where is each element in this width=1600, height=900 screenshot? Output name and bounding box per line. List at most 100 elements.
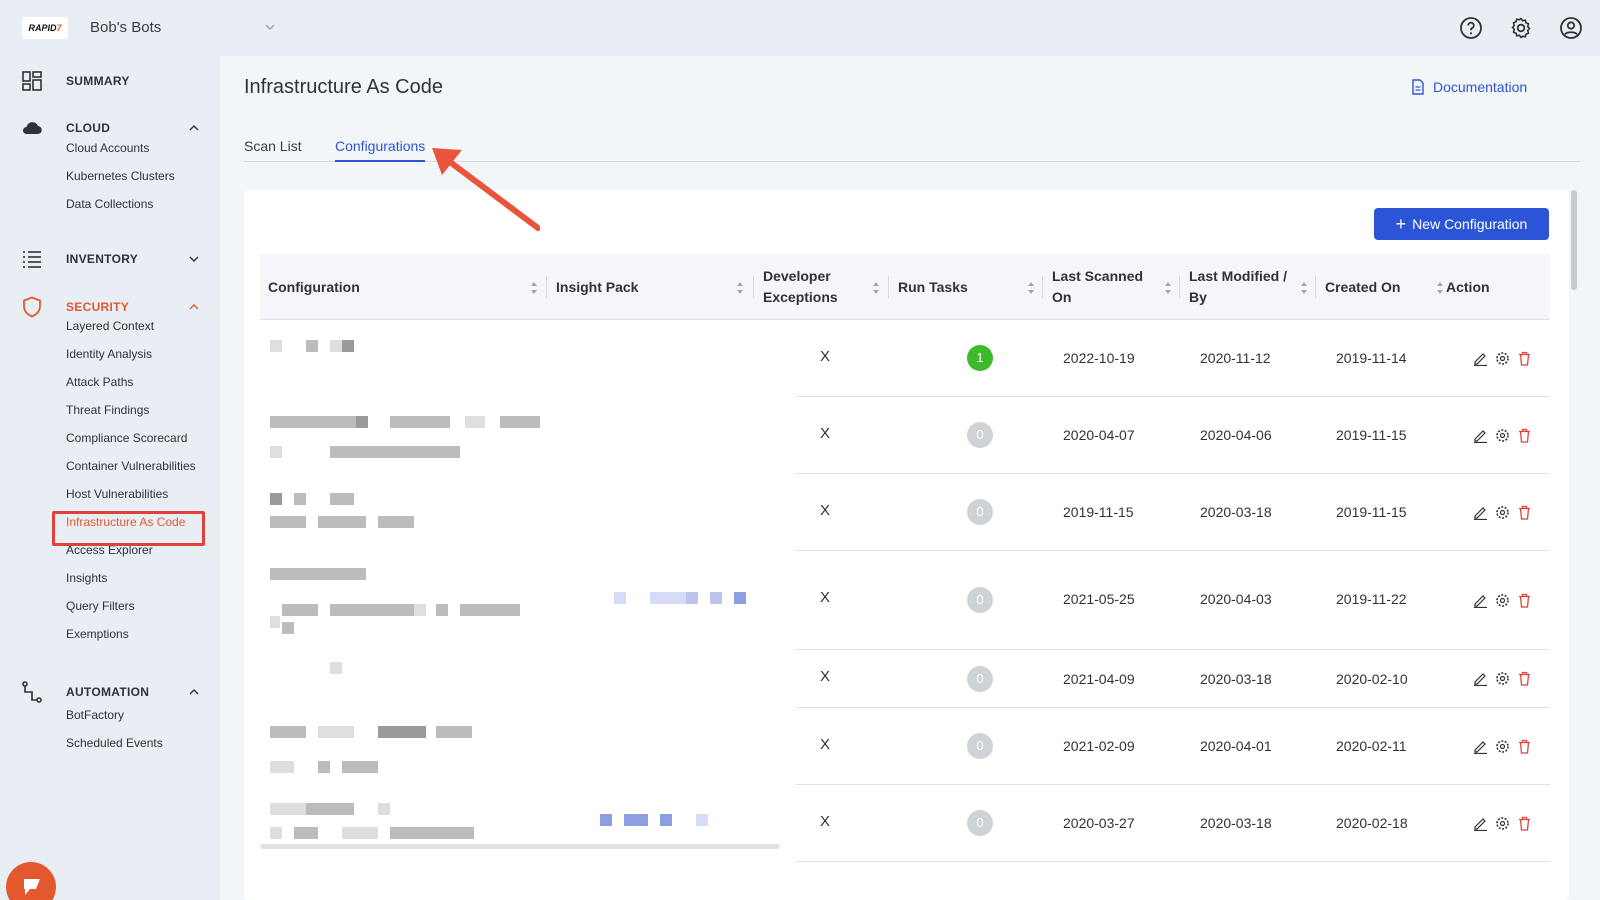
configurations-card: + New Configuration Configuration Insight… [244,190,1569,900]
org-selector-label[interactable]: Bob's Bots [90,19,161,36]
settings-icon[interactable] [1495,505,1510,520]
nav-security-header[interactable]: SECURITY [0,295,220,319]
column-last-modified[interactable]: Last Modified / By [1189,254,1299,320]
account-icon[interactable] [1559,16,1583,40]
sidebar: SUMMARY CLOUD Cloud Accounts Kubernetes … [0,56,220,900]
delete-icon[interactable] [1517,671,1532,686]
delete-icon[interactable] [1517,351,1532,366]
nav-summary[interactable]: SUMMARY [0,69,220,93]
delete-icon[interactable] [1517,739,1532,754]
created-on-value: 2019-11-22 [1336,591,1407,607]
last-scanned-value: 2022-10-19 [1063,350,1135,366]
table-row[interactable]: X 1 2022-10-19 2020-11-12 2019-11-14 [260,320,1550,397]
sidebar-item-host-vulnerabilities[interactable]: Host Vulnerabilities [66,487,168,501]
table-row[interactable]: X 0 2021-02-09 2020-04-01 2020-02-11 [260,708,1550,785]
nav-cloud-header[interactable]: CLOUD [0,116,220,140]
sort-icon[interactable] [1164,281,1172,295]
nav-cloud-label: CLOUD [66,121,111,135]
sidebar-item-botfactory[interactable]: BotFactory [66,708,124,722]
settings-icon[interactable] [1495,816,1510,831]
sidebar-item-layered-context[interactable]: Layered Context [66,319,154,333]
edit-icon[interactable] [1473,505,1488,520]
chevron-up-icon[interactable] [187,121,201,135]
scrollbar-thumb[interactable] [1571,190,1577,290]
settings-icon[interactable] [1495,739,1510,754]
sidebar-item-data-collections[interactable]: Data Collections [66,197,153,211]
sort-icon[interactable] [736,281,744,295]
sidebar-item-container-vulnerabilities[interactable]: Container Vulnerabilities [66,459,196,473]
nav-cloud: CLOUD [0,116,220,140]
table-row[interactable]: X 0 2019-11-15 2020-03-18 2019-11-15 [260,474,1550,551]
settings-icon[interactable] [1495,428,1510,443]
sidebar-item-exemptions[interactable]: Exemptions [66,627,129,641]
list-icon [23,251,41,268]
chevron-down-icon[interactable] [187,252,201,266]
megaphone-icon [24,879,40,895]
sidebar-item-compliance-scorecard[interactable]: Compliance Scorecard [66,431,187,445]
table-row[interactable]: X 0 2020-04-07 2020-04-06 2019-11-15 [260,397,1550,474]
sidebar-item-scheduled-events[interactable]: Scheduled Events [66,736,163,750]
nav-inventory-header[interactable]: INVENTORY [0,247,220,271]
delete-icon[interactable] [1517,428,1532,443]
sort-icon[interactable] [872,281,880,295]
tab-bar: Scan List Configurations [244,130,1580,162]
run-tasks-badge: 0 [967,499,993,525]
delete-icon[interactable] [1517,593,1532,608]
delete-icon[interactable] [1517,816,1532,831]
rapid7-logo[interactable]: RAPID7 [22,17,68,39]
settings-icon[interactable] [1495,671,1510,686]
column-last-scanned[interactable]: Last Scanned On [1052,254,1162,320]
chevron-up-icon[interactable] [187,685,201,699]
edit-icon[interactable] [1473,816,1488,831]
nav-automation-header[interactable]: AUTOMATION [0,680,220,704]
main-content: Infrastructure As Code Documentation Sca… [220,56,1600,900]
settings-icon[interactable] [1495,351,1510,366]
edit-icon[interactable] [1473,593,1488,608]
sidebar-item-insights[interactable]: Insights [66,571,107,585]
edit-icon[interactable] [1473,351,1488,366]
table-row[interactable]: X 0 2021-05-25 2020-04-03 2019-11-22 [260,551,1550,650]
sort-icon[interactable] [1300,281,1308,295]
settings-icon[interactable] [1509,16,1533,40]
column-developer-exceptions[interactable]: Developer Exceptions [763,254,863,320]
chevron-down-icon[interactable] [263,20,277,34]
delete-icon[interactable] [1517,505,1532,520]
sidebar-item-kubernetes-clusters[interactable]: Kubernetes Clusters [66,169,175,183]
horizontal-scrollbar[interactable] [260,844,780,849]
sidebar-item-identity-analysis[interactable]: Identity Analysis [66,347,152,361]
table-row[interactable]: X 0 2021-04-09 2020-03-18 2020-02-10 [260,650,1550,708]
help-icon[interactable] [1459,16,1483,40]
nav-security-label: SECURITY [66,300,130,314]
tab-scan-list[interactable]: Scan List [244,138,302,162]
sort-icon[interactable] [1436,281,1444,295]
table-row[interactable]: X 0 2020-03-27 2020-03-18 2020-02-18 [260,785,1550,862]
column-configuration[interactable]: Configuration [268,254,538,320]
new-configuration-button[interactable]: + New Configuration [1374,208,1549,240]
column-run-tasks[interactable]: Run Tasks [898,254,1018,320]
page-title: Infrastructure As Code [244,76,443,98]
sidebar-item-threat-findings[interactable]: Threat Findings [66,403,149,417]
documentation-link[interactable]: Documentation [1411,79,1527,95]
sort-icon[interactable] [1027,281,1035,295]
sidebar-item-cloud-accounts[interactable]: Cloud Accounts [66,141,149,155]
column-created-on[interactable]: Created On [1325,254,1435,320]
sidebar-item-attack-paths[interactable]: Attack Paths [66,375,133,389]
plus-icon: + [1395,214,1407,234]
developer-exceptions-value: X [820,736,831,753]
edit-icon[interactable] [1473,739,1488,754]
edit-icon[interactable] [1473,671,1488,686]
vertical-scrollbar[interactable] [1569,186,1579,890]
sort-icon[interactable] [530,281,538,295]
tab-configurations[interactable]: Configurations [335,138,426,162]
developer-exceptions-value: X [820,813,831,830]
sidebar-item-query-filters[interactable]: Query Filters [66,599,135,613]
documentation-link-label: Documentation [1433,79,1528,95]
support-chat-button[interactable] [6,862,56,900]
chevron-up-icon[interactable] [187,300,201,314]
settings-icon[interactable] [1495,593,1510,608]
run-tasks-badge: 0 [967,733,993,759]
run-tasks-badge: 0 [967,666,993,692]
edit-icon[interactable] [1473,428,1488,443]
column-insight-pack[interactable]: Insight Pack [556,254,736,320]
run-tasks-badge: 0 [967,587,993,613]
